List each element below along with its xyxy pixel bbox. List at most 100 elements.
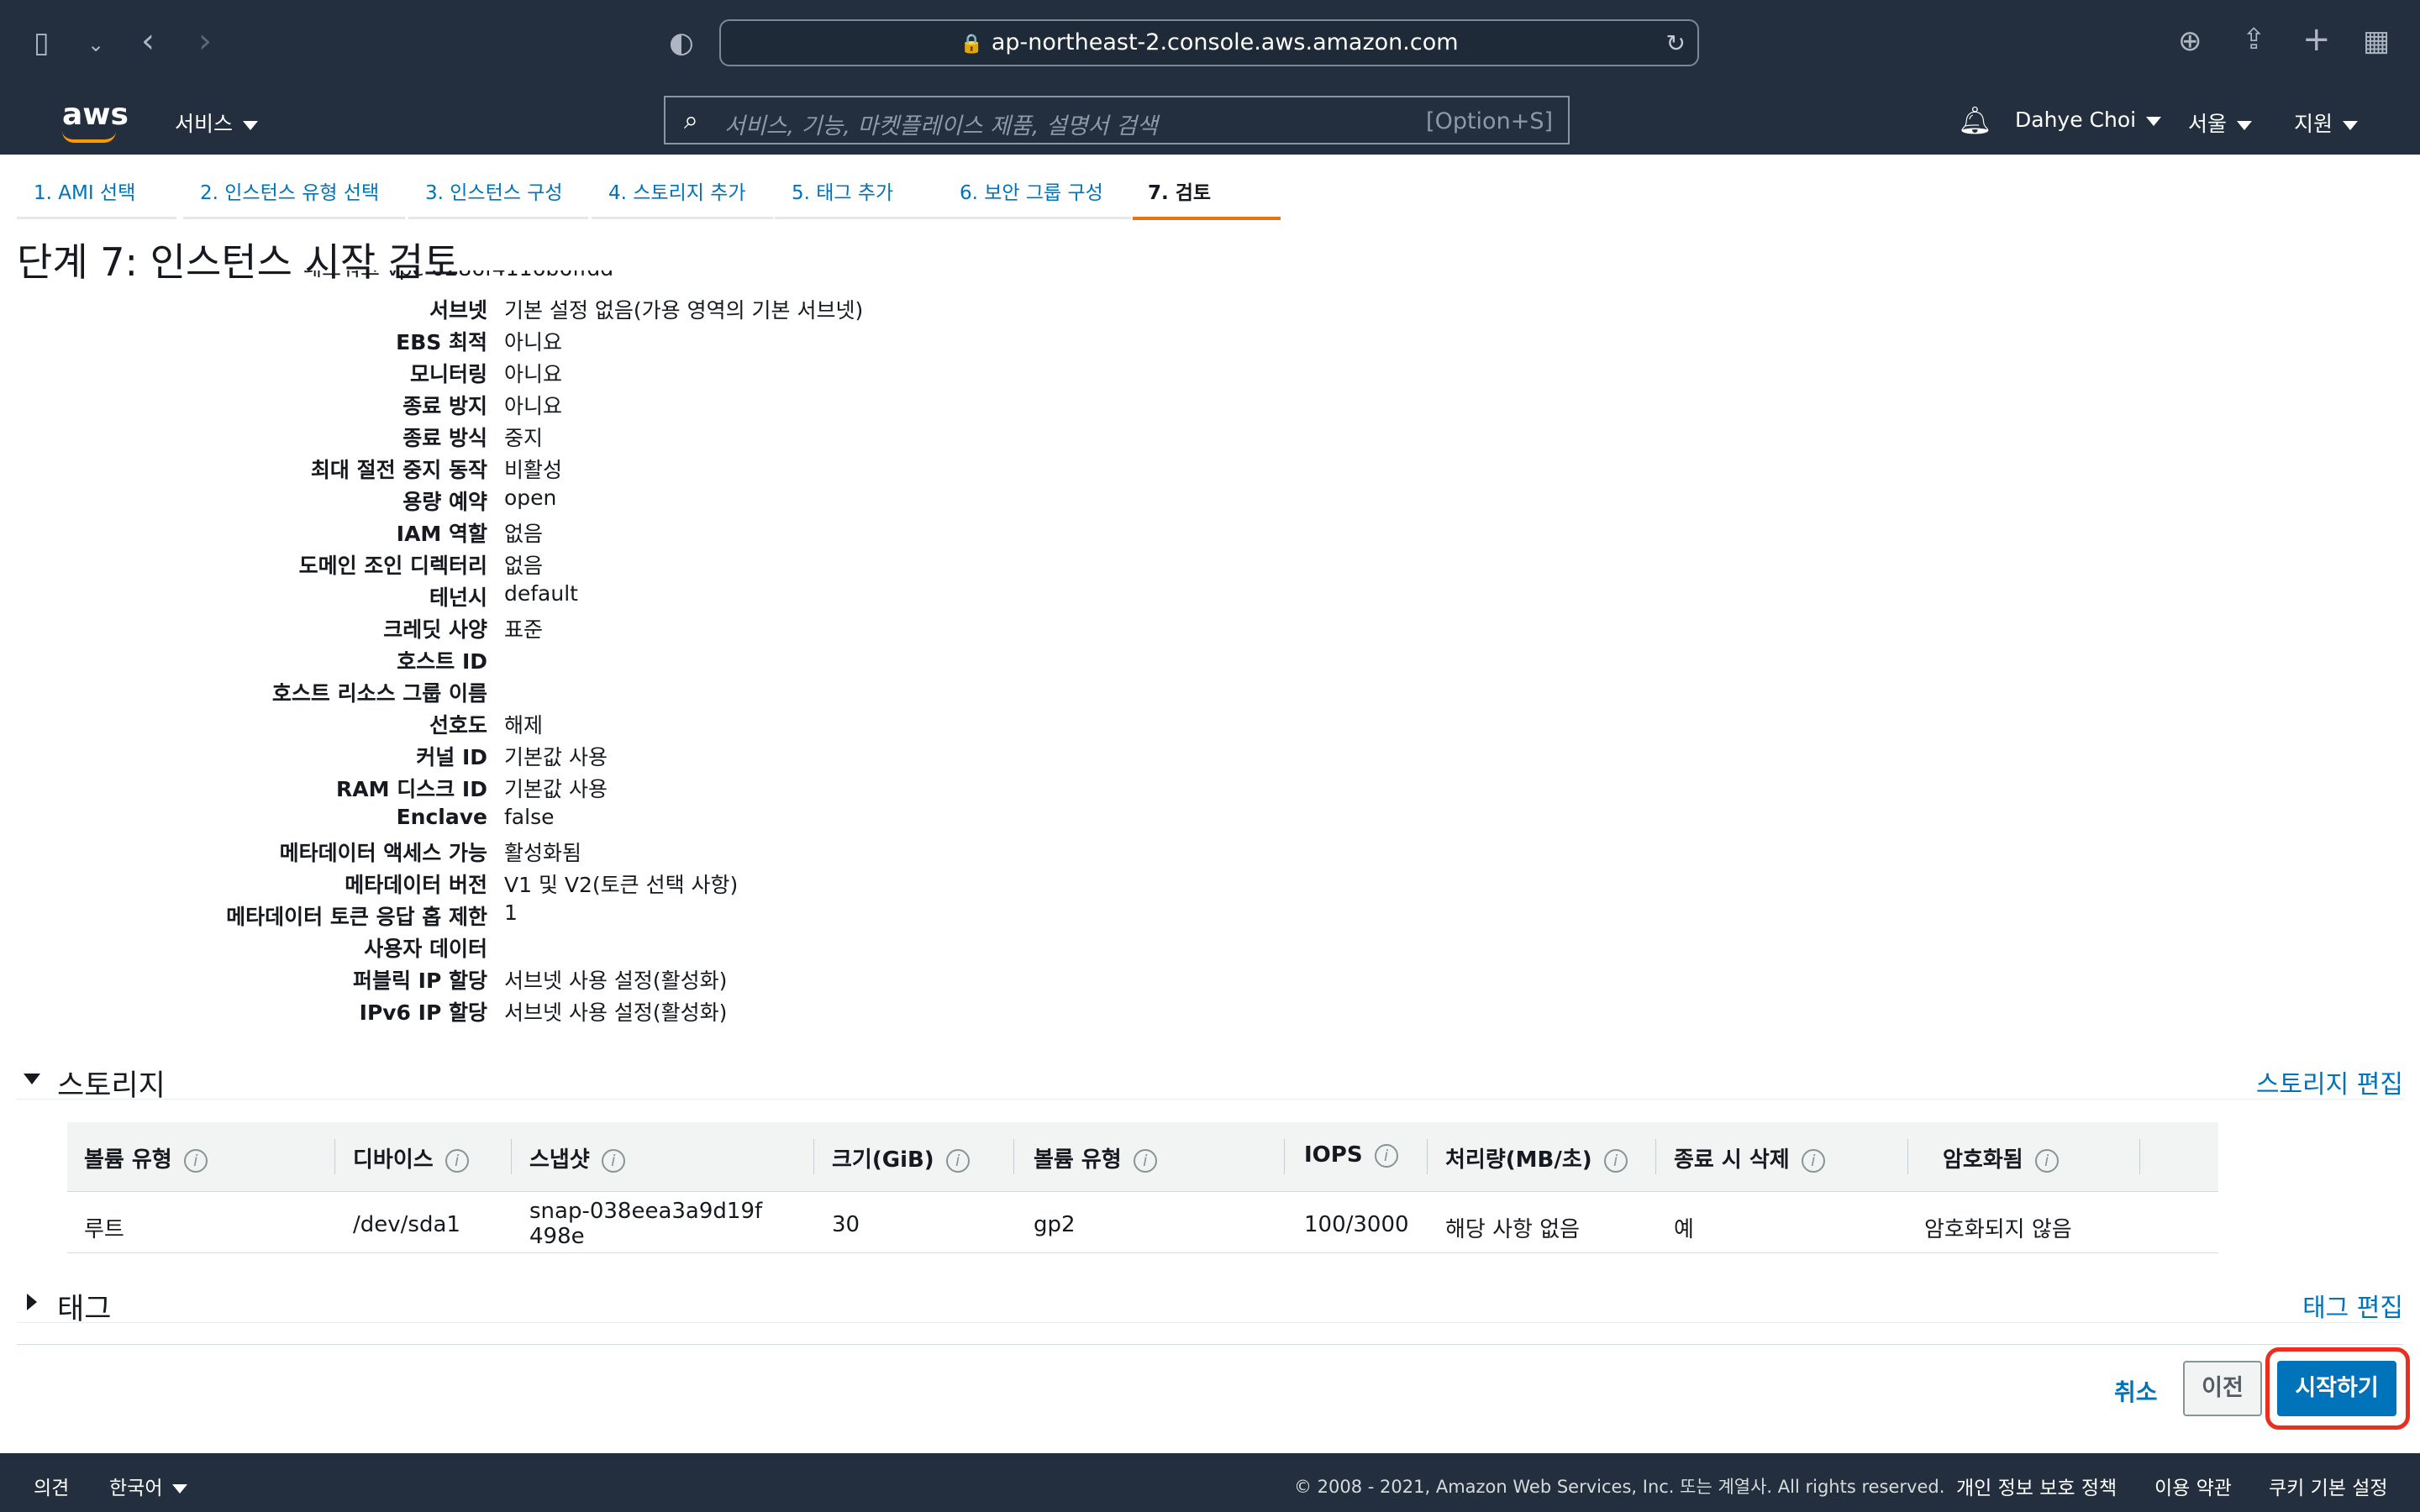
column-divider xyxy=(1427,1139,1428,1174)
detail-row: IPv6 IP 할당 서브넷 사용 설정(활성화) xyxy=(359,1000,728,1025)
services-menu[interactable]: 서비스 xyxy=(175,108,259,138)
support-menu[interactable]: 지원 xyxy=(2294,108,2359,138)
column-divider xyxy=(1655,1139,1656,1174)
cell-ebs-volume-type: gp2 xyxy=(1034,1212,1076,1237)
detail-row: 호스트 ID xyxy=(397,649,487,674)
tags-section-header[interactable]: 태그 태그 편집 xyxy=(17,1285,2403,1326)
detail-row: 모니터링 아니요 xyxy=(409,362,563,386)
cell-size: 30 xyxy=(832,1212,860,1237)
col-snapshot[interactable]: 스냅샷 i xyxy=(529,1142,625,1173)
divider xyxy=(17,1344,2403,1345)
search-placeholder: 서비스, 기능, 마켓플레이스 제품, 설명서 검색 xyxy=(724,113,1158,139)
caret-down-icon xyxy=(2237,120,2253,130)
cell-iops: 100/3000 xyxy=(1304,1212,1409,1237)
copyright-text: © 2008 - 2021, Amazon Web Services, Inc.… xyxy=(1294,1477,1945,1497)
notification-bell-icon[interactable]: 🔔︎ xyxy=(1958,104,1992,136)
column-divider xyxy=(813,1139,814,1174)
detail-row: 서브넷 기본 설정 없음(가용 영역의 기본 서브넷) xyxy=(429,298,864,323)
detail-row: 선호도 해제 xyxy=(429,713,544,738)
feedback-link[interactable]: 의견 xyxy=(34,1472,69,1500)
launch-wizard-tabs: 1. AMI 선택 2. 인스턴스 유형 선택 3. 인스턴스 구성 4. 스토… xyxy=(0,155,2420,222)
storage-section-header[interactable]: 스토리지 스토리지 편집 xyxy=(17,1062,2403,1103)
col-iops[interactable]: IOPS i xyxy=(1304,1142,1398,1168)
column-divider xyxy=(1907,1139,1908,1174)
edit-tags-link[interactable]: 태그 편집 xyxy=(2302,1287,2403,1324)
new-tab-icon[interactable]: + xyxy=(2302,23,2331,56)
caret-down-icon xyxy=(243,120,259,130)
column-divider xyxy=(2139,1139,2140,1174)
share-icon[interactable]: ⇪ xyxy=(2242,25,2266,54)
detail-row: EBS 최적 아니요 xyxy=(396,330,563,354)
info-icon[interactable]: i xyxy=(2034,1148,2059,1173)
col-encrypted[interactable]: 암호화됨 i xyxy=(1943,1142,2059,1173)
info-icon[interactable]: i xyxy=(183,1148,208,1173)
aws-smile-logo xyxy=(62,131,116,143)
tab-review[interactable]: 7. 검토 xyxy=(1133,176,1281,220)
clipped-detail-row: 네트워크 vpc-0286f4116b6ffdd xyxy=(302,270,773,282)
tab-add-storage[interactable]: 4. 스토리지 추가 xyxy=(592,176,773,219)
console-footer: 의견 한국어 © 2008 - 2021, Amazon Web Service… xyxy=(0,1453,2420,1512)
storage-table-header: 볼륨 유형 i 디바이스 i 스냅샷 i 크기(GiB) i 볼륨 유형 i IOPS i … xyxy=(67,1122,2218,1192)
privacy-shield-icon[interactable]: ◐ xyxy=(669,29,694,57)
chevron-down-icon[interactable]: ⌄ xyxy=(87,30,104,59)
search-shortcut: [Option+S] xyxy=(1426,108,1553,134)
col-device[interactable]: 디바이스 i xyxy=(353,1142,469,1173)
forward-icon[interactable]: › xyxy=(198,24,212,58)
tab-overview-icon[interactable]: ▦ xyxy=(2363,27,2390,55)
url-text: ap-northeast-2.console.aws.amazon.com xyxy=(991,29,1459,55)
search-input[interactable]: ⌕ 서비스, 기능, 마켓플레이스 제품, 설명서 검색 [Option+S] xyxy=(664,96,1570,144)
detail-row: 메타데이터 액세스 가능 활성화됨 xyxy=(279,841,582,865)
col-ebs-volume-type[interactable]: 볼륨 유형 i xyxy=(1034,1142,1157,1173)
col-size[interactable]: 크기(GiB) i xyxy=(832,1142,970,1173)
detail-row: 종료 방식 중지 xyxy=(402,426,544,450)
detail-row: 종료 방지 아니요 xyxy=(402,394,563,418)
column-divider xyxy=(1284,1139,1285,1174)
cell-delete-on-termination: 예 xyxy=(1674,1217,1694,1242)
collapse-triangle-icon[interactable] xyxy=(24,1074,40,1084)
info-icon[interactable]: i xyxy=(1603,1148,1628,1173)
cookie-preferences-link[interactable]: 쿠키 기본 설정 xyxy=(2269,1472,2388,1500)
detail-row: 크레딧 사양 표준 xyxy=(383,617,544,642)
detail-row: 용량 예약 open xyxy=(402,486,557,514)
detail-row: 퍼블릭 IP 할당 서브넷 사용 설정(활성화) xyxy=(352,969,728,993)
user-menu[interactable]: Dahye Choi xyxy=(2015,108,2162,132)
aws-logo[interactable]: aws xyxy=(62,97,129,132)
region-menu[interactable]: 서울 xyxy=(2188,108,2253,138)
tab-choose-instance-type[interactable]: 2. 인스턴스 유형 선택 xyxy=(183,176,405,219)
address-bar[interactable]: 🔒 ap-northeast-2.console.aws.amazon.com ↻ xyxy=(719,19,1699,66)
info-icon[interactable]: i xyxy=(601,1148,625,1173)
table-row: 루트 /dev/sda1 snap-038eea3a9d19f498e 30 g… xyxy=(67,1192,2218,1253)
tab-choose-ami[interactable]: 1. AMI 선택 xyxy=(17,176,176,219)
info-icon[interactable]: i xyxy=(1133,1148,1157,1173)
reload-icon[interactable]: ↻ xyxy=(1666,29,1686,57)
expand-triangle-icon[interactable] xyxy=(27,1294,37,1310)
tags-section-title: 태그 xyxy=(57,1293,112,1326)
sidebar-toggle-icon[interactable]: ▯ xyxy=(34,29,50,57)
info-icon[interactable]: i xyxy=(1801,1148,1825,1173)
cell-throughput: 해당 사항 없음 xyxy=(1445,1217,1581,1242)
info-icon[interactable]: i xyxy=(1374,1143,1398,1168)
terms-link[interactable]: 이용 약관 xyxy=(2154,1472,2232,1500)
info-icon[interactable]: i xyxy=(945,1148,970,1173)
storage-section-title: 스토리지 xyxy=(57,1069,166,1103)
back-icon[interactable]: ‹ xyxy=(141,24,155,58)
edit-storage-link[interactable]: 스토리지 편집 xyxy=(2256,1063,2403,1100)
cell-snapshot: snap-038eea3a9d19f498e xyxy=(529,1199,763,1249)
tab-add-tags[interactable]: 5. 태그 추가 xyxy=(775,176,943,219)
detail-row: 사용자 데이터 xyxy=(364,937,487,961)
download-icon[interactable]: ⊕ xyxy=(2178,27,2202,55)
previous-button[interactable]: 이전 xyxy=(2183,1361,2262,1416)
privacy-policy-link[interactable]: 개인 정보 보호 정책 xyxy=(1956,1472,2117,1500)
column-divider xyxy=(334,1139,335,1174)
detail-row: 메타데이터 토큰 응답 홉 제한 1 xyxy=(226,900,518,929)
col-volume-type[interactable]: 볼륨 유형 i xyxy=(84,1142,208,1173)
tab-configure-instance[interactable]: 3. 인스턴스 구성 xyxy=(408,176,588,219)
cancel-button[interactable]: 취소 xyxy=(2114,1374,2158,1408)
aws-console-nav: aws 서비스 ⌕ 서비스, 기능, 마켓플레이스 제품, 설명서 검색 [Op… xyxy=(0,86,2420,155)
tab-configure-security-group[interactable]: 6. 보안 그룹 구성 xyxy=(943,176,1131,219)
col-throughput[interactable]: 처리량(MB/초) i xyxy=(1445,1142,1628,1173)
detail-row: RAM 디스크 ID 기본값 사용 xyxy=(336,777,608,801)
info-icon[interactable]: i xyxy=(445,1148,469,1173)
col-delete-on-termination[interactable]: 종료 시 삭제 i xyxy=(1674,1142,1825,1173)
language-selector[interactable]: 한국어 xyxy=(109,1472,188,1500)
